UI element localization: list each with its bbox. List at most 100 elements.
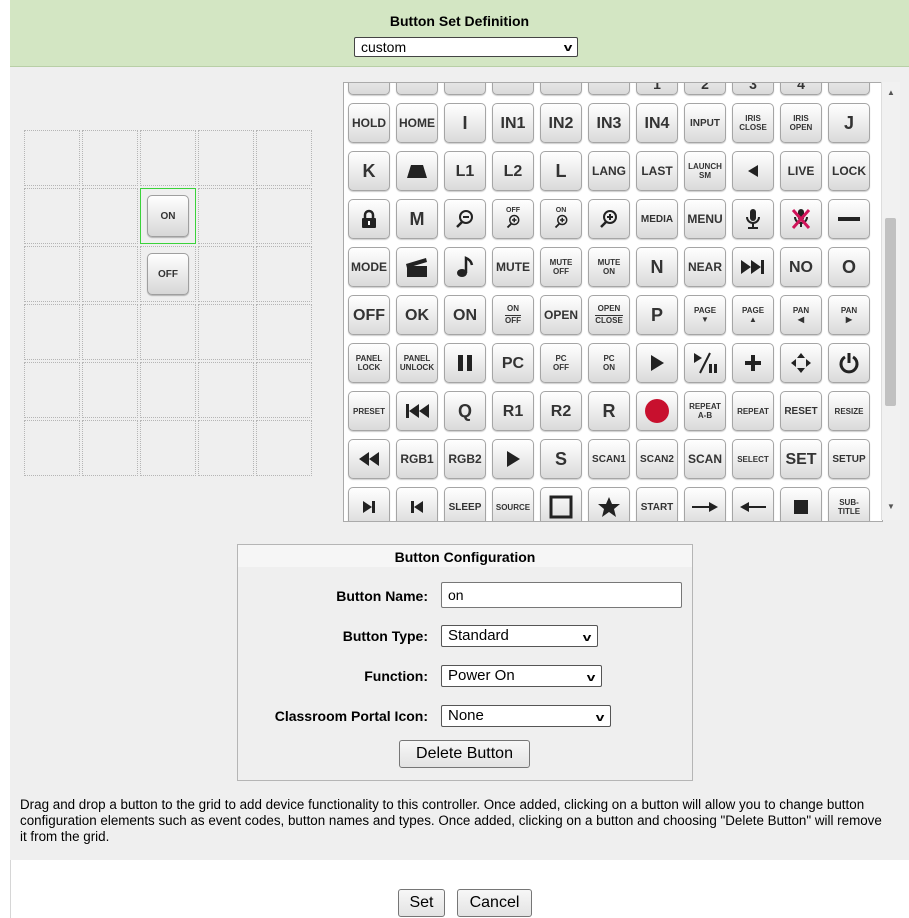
palette-button-rewind-icon[interactable]	[348, 439, 390, 479]
palette-button-scan[interactable]: SCAN	[684, 439, 726, 479]
palette-button-on[interactable]: ON	[444, 295, 486, 335]
palette-button-panel-unlock[interactable]: PANEL UNLOCK	[396, 343, 438, 383]
palette-button-page-[interactable]: PAGE ▲	[732, 295, 774, 335]
palette-button-p[interactable]: P	[636, 295, 678, 335]
palette-button[interactable]	[588, 83, 630, 95]
palette-button-start[interactable]: START	[636, 487, 678, 521]
palette-button-l2[interactable]: L2	[492, 151, 534, 191]
grid-cell[interactable]	[140, 420, 196, 476]
palette-button-mic-icon[interactable]	[732, 199, 774, 239]
palette-button-n[interactable]: N	[636, 247, 678, 287]
palette-button-step-back-icon[interactable]	[396, 487, 438, 521]
palette-button-sleep[interactable]: SLEEP	[444, 487, 486, 521]
palette-button-iris-open[interactable]: IRIS OPEN	[780, 103, 822, 143]
palette-button-l[interactable]: L	[540, 151, 582, 191]
grid-cell[interactable]	[24, 188, 80, 244]
palette-button-no[interactable]: NO	[780, 247, 822, 287]
palette-button-l1[interactable]: L1	[444, 151, 486, 191]
palette-button-on-off[interactable]: ON OFF	[492, 295, 534, 335]
grid-cell[interactable]	[24, 362, 80, 418]
palette-button-step-fwd-icon[interactable]	[348, 487, 390, 521]
palette-button-select[interactable]: SELECT	[732, 439, 774, 479]
palette-button-mute-off[interactable]: MUTE OFF	[540, 247, 582, 287]
palette-button-play-pause-icon[interactable]	[684, 343, 726, 383]
palette-button-lang[interactable]: LANG	[588, 151, 630, 191]
palette-button-o[interactable]: O	[828, 247, 870, 287]
set-button[interactable]: Set	[398, 889, 445, 917]
palette-button-music-icon[interactable]	[444, 247, 486, 287]
grid-cell[interactable]	[24, 304, 80, 360]
palette-button-square-icon[interactable]	[540, 487, 582, 521]
grid-cell[interactable]	[256, 362, 312, 418]
palette-button-reset[interactable]: RESET	[780, 391, 822, 431]
palette-button-pc-off[interactable]: PC OFF	[540, 343, 582, 383]
palette-button[interactable]: 3	[732, 83, 774, 95]
palette-button-zoom-on[interactable]: ON	[540, 199, 582, 239]
palette-button-pan-[interactable]: PAN ▶	[828, 295, 870, 335]
palette-button-clapper-icon[interactable]	[396, 247, 438, 287]
grid-cell[interactable]	[256, 420, 312, 476]
palette-button-star-icon[interactable]	[588, 487, 630, 521]
palette-button-m[interactable]: M	[396, 199, 438, 239]
palette-button[interactable]	[540, 83, 582, 95]
grid-cell[interactable]	[82, 130, 138, 186]
grid-cell[interactable]	[198, 130, 254, 186]
button-set-select[interactable]: custom v	[354, 37, 578, 57]
grid-cell[interactable]	[256, 246, 312, 302]
grid-cell[interactable]	[198, 304, 254, 360]
palette-button-in3[interactable]: IN3	[588, 103, 630, 143]
palette-button-pan-[interactable]: PAN ◀	[780, 295, 822, 335]
palette-button-record-icon[interactable]	[636, 391, 678, 431]
palette-button-in1[interactable]: IN1	[492, 103, 534, 143]
scrollbar-thumb[interactable]	[885, 218, 896, 406]
palette-button-scan2[interactable]: SCAN2	[636, 439, 678, 479]
palette-button-page-[interactable]: PAGE ▼	[684, 295, 726, 335]
grid-cell[interactable]	[140, 362, 196, 418]
cancel-button[interactable]: Cancel	[457, 889, 532, 917]
palette-button-in4[interactable]: IN4	[636, 103, 678, 143]
palette-button-prev-track-icon[interactable]	[396, 391, 438, 431]
palette-button[interactable]	[828, 83, 870, 95]
palette-button-setup[interactable]: SETUP	[828, 439, 870, 479]
grid-cell[interactable]	[256, 304, 312, 360]
palette-button-open-close[interactable]: OPEN CLOSE	[588, 295, 630, 335]
grid-cell[interactable]	[140, 130, 196, 186]
grid-cell[interactable]	[140, 304, 196, 360]
palette-button-rgb1[interactable]: RGB1	[396, 439, 438, 479]
grid-cell[interactable]	[24, 246, 80, 302]
palette-button-zoom-out-icon[interactable]	[444, 199, 486, 239]
palette-button-power-icon[interactable]	[828, 343, 870, 383]
palette-button-i[interactable]: I	[444, 103, 486, 143]
palette-button-play-icon[interactable]	[492, 439, 534, 479]
palette-button-hold[interactable]: HOLD	[348, 103, 390, 143]
palette-button-iris-close[interactable]: IRIS CLOSE	[732, 103, 774, 143]
grid-cell[interactable]	[82, 304, 138, 360]
palette-button[interactable]	[444, 83, 486, 95]
palette-button-k[interactable]: K	[348, 151, 390, 191]
palette-button-repeat[interactable]: REPEAT	[732, 391, 774, 431]
grid-button-on[interactable]: ON	[147, 195, 189, 237]
palette-button-source[interactable]: SOURCE	[492, 487, 534, 521]
delete-button[interactable]: Delete Button	[399, 740, 530, 768]
grid-cell[interactable]	[198, 420, 254, 476]
function-select[interactable]: Power On v	[441, 665, 602, 687]
palette-button-scan1[interactable]: SCAN1	[588, 439, 630, 479]
palette-button-sub-title[interactable]: SUB-TITLE	[828, 487, 870, 521]
grid-cell[interactable]	[24, 130, 80, 186]
grid-cell[interactable]	[82, 420, 138, 476]
grid-cell[interactable]	[82, 362, 138, 418]
palette-button-left-arrow-icon[interactable]	[732, 151, 774, 191]
palette-button-in2[interactable]: IN2	[540, 103, 582, 143]
palette-button-next-track-icon[interactable]	[732, 247, 774, 287]
palette-button[interactable]: 1	[636, 83, 678, 95]
palette-button[interactable]	[396, 83, 438, 95]
palette-button[interactable]	[348, 83, 390, 95]
palette-button-menu[interactable]: MENU	[684, 199, 726, 239]
grid-cell[interactable]: ON	[140, 188, 196, 244]
palette-button-j[interactable]: J	[828, 103, 870, 143]
palette-button-media[interactable]: MEDIA	[636, 199, 678, 239]
palette-button-preset[interactable]: PRESET	[348, 391, 390, 431]
grid-cell[interactable]	[198, 188, 254, 244]
scroll-up-icon[interactable]: ▲	[882, 88, 900, 97]
palette-button-home[interactable]: HOME	[396, 103, 438, 143]
